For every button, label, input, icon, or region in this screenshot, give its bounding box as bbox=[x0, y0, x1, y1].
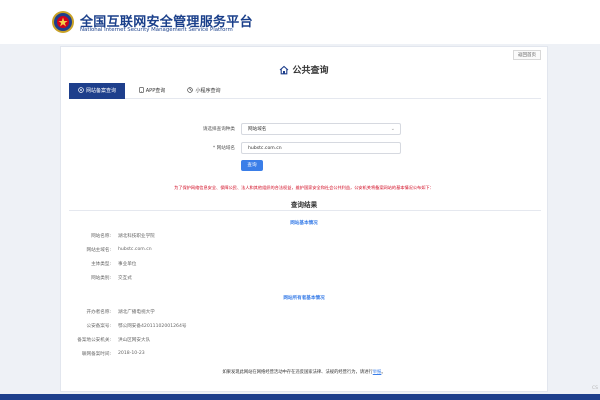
tab-label: 网站备案查询 bbox=[85, 88, 116, 94]
notice-text: 为了保护网络信息安全、保障公民、法人和其他组织的合法权益，维护国家安全和社会公共… bbox=[174, 185, 434, 190]
query-tabs: 网站备案查询 APP查询 小程序查询 bbox=[69, 83, 541, 99]
main-domain-label: 网站主域名: bbox=[86, 248, 111, 253]
query-button[interactable]: 查询 bbox=[241, 160, 263, 171]
query-type-select[interactable]: 网站域名 ⌄ bbox=[241, 123, 401, 135]
site-category-value: 交互式 bbox=[118, 276, 132, 281]
organizer-name-label: 开办者名称: bbox=[86, 310, 111, 315]
report-note-end: 。 bbox=[381, 370, 386, 375]
domain-label: * 网站域名 bbox=[212, 146, 235, 151]
bottom-bar bbox=[0, 394, 600, 400]
page-title: 公共查询 bbox=[61, 63, 547, 76]
back-home-button[interactable]: 返回首页 bbox=[513, 50, 541, 60]
site-header: 全国互联网安全管理服务平台 National Internet Security… bbox=[0, 0, 600, 44]
report-note-text: 如果发现此网站在网络经营活动中存在违反国家法律、法规的经营行为，请进行 bbox=[222, 370, 373, 375]
query-type-value: 网站域名 bbox=[248, 127, 267, 132]
phone-icon bbox=[139, 87, 144, 93]
tab-app-query[interactable]: APP查询 bbox=[129, 83, 175, 99]
chevron-down-icon: ⌄ bbox=[390, 126, 395, 132]
page-title-text: 公共查询 bbox=[292, 66, 329, 76]
record-police-office-label: 备案地公安机关: bbox=[77, 338, 111, 343]
record-time-value: 2018-10-23 bbox=[118, 351, 145, 356]
query-panel: 返回首页 公共查询 网站备案查询 APP查询 小程序查询 请选择查询种类 网站域… bbox=[60, 46, 548, 392]
police-record-value: 鄂公网安备42011102001264号 bbox=[118, 324, 187, 329]
police-record-label: 公安备案号: bbox=[86, 324, 111, 329]
result-divider bbox=[69, 210, 541, 211]
site-name-value: 湖北科技职业学院 bbox=[118, 234, 155, 239]
house-icon bbox=[280, 65, 289, 75]
tab-label: APP查询 bbox=[145, 88, 166, 94]
tab-mini-program-query[interactable]: 小程序查询 bbox=[179, 83, 229, 99]
query-type-label: 请选择查询种类 bbox=[202, 127, 235, 132]
basic-info-section-title: 网站基本情况 bbox=[290, 221, 318, 226]
entity-type-value: 事业单位 bbox=[118, 262, 137, 267]
main-domain-value: hubstc.com.cn bbox=[118, 247, 152, 252]
mini-program-icon bbox=[187, 87, 194, 93]
organizer-name-value: 湖北广播电视大学 bbox=[118, 310, 155, 315]
tab-label: 小程序查询 bbox=[195, 88, 221, 94]
owner-info-section-title: 网站所有者基本情况 bbox=[283, 296, 325, 301]
tab-website-record[interactable]: 网站备案查询 bbox=[69, 83, 125, 99]
target-icon bbox=[78, 87, 84, 93]
result-title: 查询结果 bbox=[290, 201, 318, 209]
report-note: 如果发现此网站在网络经营活动中存在违反国家法律、法规的经营行为，请进行举报。 bbox=[61, 369, 547, 375]
record-police-office-value: 洪山区网安大队 bbox=[118, 338, 151, 343]
record-time-label: 联网备案时间: bbox=[81, 352, 111, 357]
site-category-label: 网站类别: bbox=[91, 276, 111, 281]
corner-mark: CS bbox=[592, 386, 598, 391]
entity-type-label: 主体类型: bbox=[91, 262, 111, 267]
police-emblem-icon bbox=[52, 11, 74, 33]
site-subtitle: National Internet Security Management Se… bbox=[80, 27, 233, 33]
domain-input[interactable]: hubstc.com.cn bbox=[241, 142, 401, 154]
site-name-label: 网站名称: bbox=[91, 234, 111, 239]
